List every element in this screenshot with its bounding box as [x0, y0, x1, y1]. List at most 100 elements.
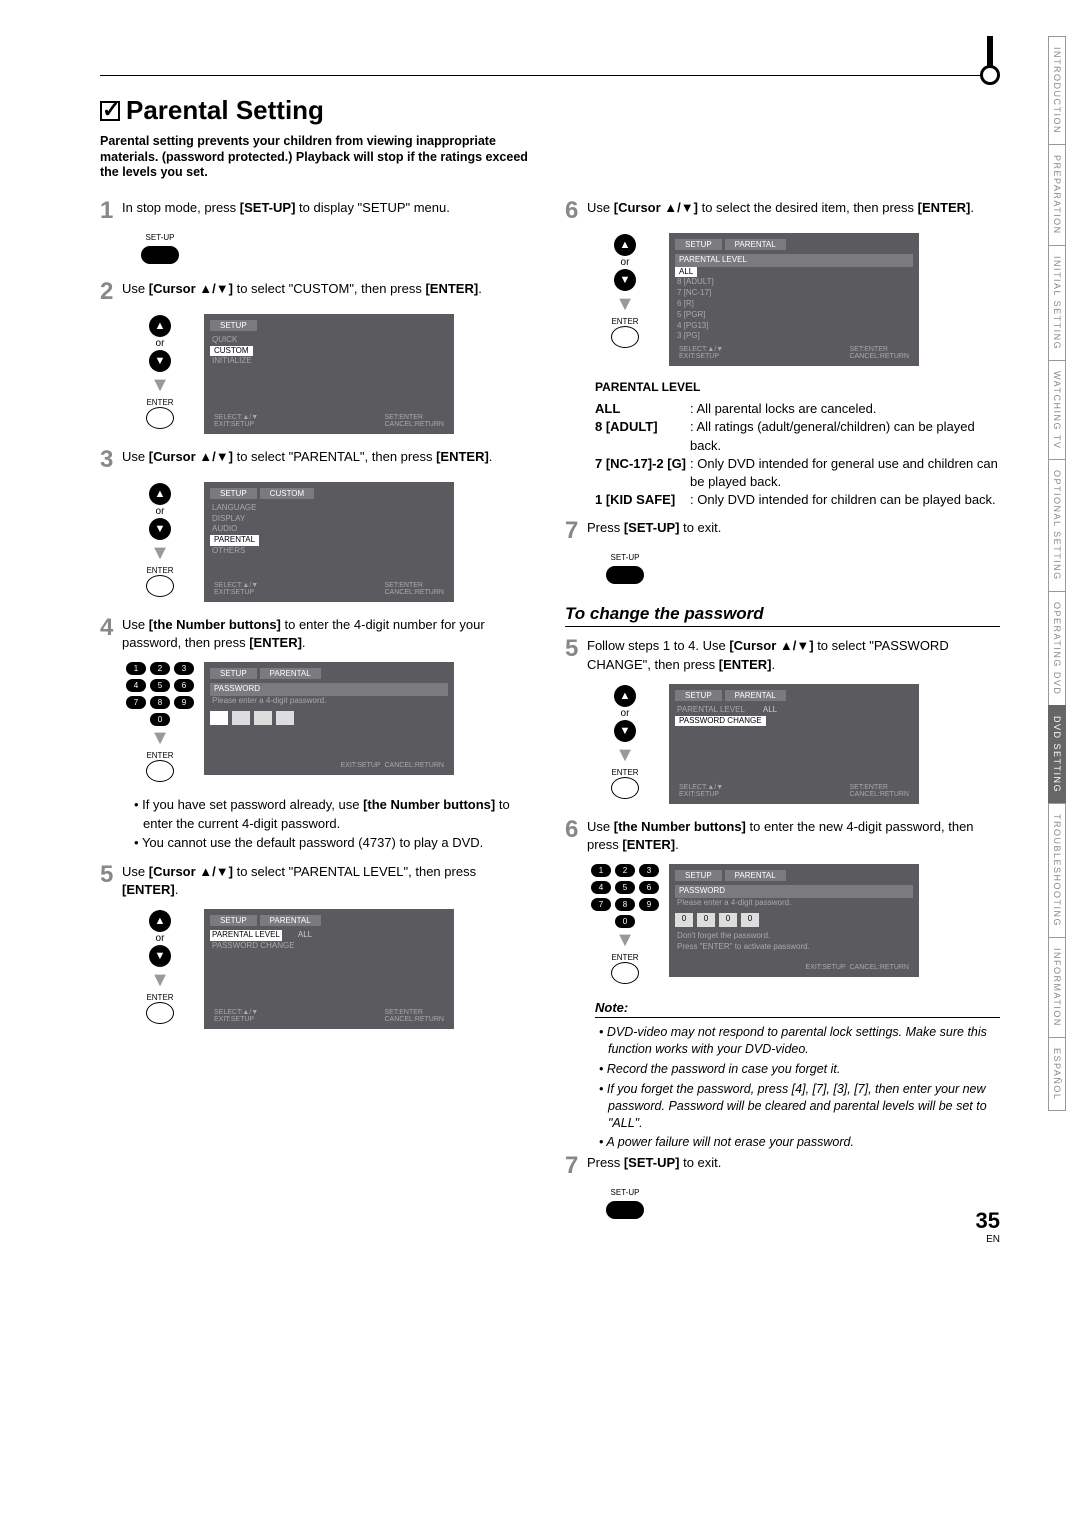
osd-item: AUDIO [210, 524, 448, 535]
side-tab: ESPAÑOL [1048, 1037, 1066, 1111]
osd-item: 7 [NC-17] [675, 288, 913, 299]
enter-label: ENTER [611, 953, 638, 962]
step-number: 2 [100, 280, 122, 304]
password-boxes: 0000 [675, 913, 913, 927]
cursor-up-icon: ▲ [149, 315, 171, 337]
or-label: or [621, 257, 630, 268]
section-tabs: INTRODUCTION PREPARATION INITIAL SETTING… [1048, 36, 1066, 1110]
cursor-up-icon: ▲ [614, 234, 636, 256]
step-number: 5 [565, 637, 587, 673]
number-pad-icon: 123 456 789 0 [126, 662, 194, 726]
bullet-item: You cannot use the default password (473… [134, 834, 535, 853]
osd-screen: SETUPPARENTAL PASSWORD Please enter a 4-… [669, 864, 919, 977]
osd-screen: SETUPCUSTOM LANGUAGE DISPLAY AUDIO PAREN… [204, 482, 454, 602]
osd-item-selected: PARENTAL LEVEL [210, 930, 282, 941]
side-tab: TROUBLESHOOTING [1048, 803, 1066, 938]
enter-button-icon [146, 1002, 174, 1024]
cursor-up-icon: ▲ [149, 483, 171, 505]
osd-screen: SETUP QUICK CUSTOM INITIALIZE SELECT:▲/▼… [204, 314, 454, 434]
step-text: Use [Cursor ▲/▼] to select "PARENTAL", t… [122, 448, 535, 472]
note-item: DVD-video may not respond to parental lo… [599, 1024, 1000, 1058]
osd-tab: SETUP [210, 488, 257, 499]
cursor-up-icon: ▲ [149, 910, 171, 932]
osd-item: INITIALIZE [210, 356, 448, 367]
arrow-down-icon: ▼ [615, 293, 635, 316]
or-label: or [156, 506, 165, 517]
osd-tab: SETUP [210, 320, 257, 331]
cursor-down-icon: ▼ [149, 945, 171, 967]
arrow-down-icon: ▼ [615, 929, 635, 952]
step-text: Follow steps 1 to 4. Use [Cursor ▲/▼] to… [587, 637, 1000, 673]
osd-tab: PARENTAL [260, 668, 321, 679]
osd-screen: SETUPPARENTAL PARENTAL LEVEL ALL 8 [ADUL… [669, 233, 919, 366]
osd-item: DISPLAY [210, 514, 448, 525]
enter-button-icon [611, 777, 639, 799]
enter-label: ENTER [146, 566, 173, 575]
header-rule [100, 75, 1000, 76]
osd-item: 3 [PG] [675, 331, 913, 342]
step-number: 6 [565, 199, 587, 223]
step-text: Use [the Number buttons] to enter the ne… [587, 818, 1000, 854]
side-tab: WATCHING TV [1048, 360, 1066, 460]
step-number: 7 [565, 1154, 587, 1178]
osd-item-selected: PASSWORD CHANGE [675, 716, 766, 727]
side-tab: INTRODUCTION [1048, 36, 1066, 145]
osd-hint: Press "ENTER" to activate password. [675, 942, 913, 953]
step-number: 4 [100, 616, 122, 652]
setup-button-label: SET-UP [611, 553, 640, 562]
osd-item: PARENTAL LEVEL [675, 705, 747, 716]
note-list: DVD-video may not respond to parental lo… [599, 1024, 1000, 1151]
osd-item: QUICK [210, 335, 448, 346]
or-label: or [156, 933, 165, 944]
arrow-down-icon: ▼ [150, 727, 170, 750]
enter-label: ENTER [611, 317, 638, 326]
setup-button-label: SET-UP [146, 233, 175, 242]
cursor-down-icon: ▼ [614, 720, 636, 742]
side-tab: INFORMATION [1048, 937, 1066, 1038]
parental-level-table: ALL: All parental locks are canceled. 8 … [595, 400, 1000, 509]
osd-item: 6 [R] [675, 299, 913, 310]
osd-header: PARENTAL LEVEL [675, 254, 913, 267]
osd-screen: SETUPPARENTAL PARENTAL LEVELALL PASSWORD… [204, 909, 454, 1029]
step-text: Use [Cursor ▲/▼] to select "CUSTOM", the… [122, 280, 535, 304]
note-item: A power failure will not erase your pass… [599, 1134, 1000, 1151]
or-label: or [621, 708, 630, 719]
osd-item: 5 [PGR] [675, 310, 913, 321]
step-number: 6 [565, 818, 587, 854]
osd-tab: SETUP [675, 239, 722, 250]
setup-button-label: SET-UP [611, 1188, 640, 1197]
enter-button-icon [146, 760, 174, 782]
osd-tab: SETUP [210, 915, 257, 926]
cursor-up-icon: ▲ [614, 685, 636, 707]
osd-value: ALL [763, 705, 777, 716]
osd-item: OTHERS [210, 546, 448, 557]
osd-item: PASSWORD CHANGE [210, 941, 448, 952]
number-pad-icon: 123 456 789 0 [591, 864, 659, 928]
osd-header: PASSWORD [675, 885, 913, 898]
enter-button-icon [611, 326, 639, 348]
enter-label: ENTER [611, 768, 638, 777]
note-item: Record the password in case you forget i… [599, 1061, 1000, 1078]
enter-button-icon [146, 575, 174, 597]
step-number: 3 [100, 448, 122, 472]
setup-button-icon [606, 1201, 644, 1219]
enter-button-icon [611, 962, 639, 984]
setup-button-icon [606, 566, 644, 584]
checkmark-icon [100, 101, 120, 121]
osd-tab: PARENTAL [725, 870, 786, 881]
osd-tab: SETUP [675, 690, 722, 701]
osd-screen: SETUPPARENTAL PASSWORD Please enter a 4-… [204, 662, 454, 775]
osd-prompt: Please enter a 4-digit password. [675, 898, 913, 909]
osd-item: LANGUAGE [210, 503, 448, 514]
osd-item-selected: CUSTOM [210, 346, 253, 357]
arrow-down-icon: ▼ [615, 744, 635, 767]
osd-tab: SETUP [675, 870, 722, 881]
setup-button-icon [141, 246, 179, 264]
side-tab: INITIAL SETTING [1048, 245, 1066, 361]
step-text: Press [SET-UP] to exit. [587, 519, 1000, 543]
osd-tab: PARENTAL [725, 239, 786, 250]
or-label: or [156, 338, 165, 349]
password-boxes [210, 711, 448, 725]
enter-label: ENTER [146, 993, 173, 1002]
page-number: 35 [976, 1208, 1000, 1234]
